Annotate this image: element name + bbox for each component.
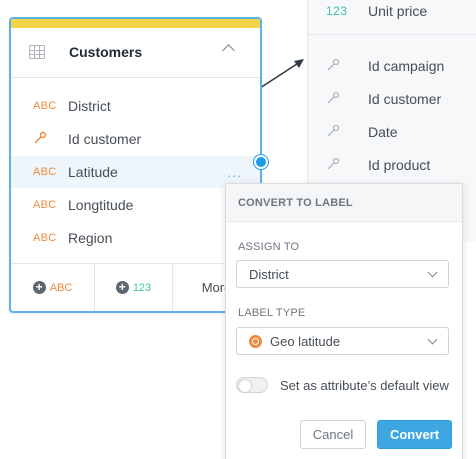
field-label: Longtitude (68, 197, 134, 213)
relationship-arrow (259, 59, 304, 89)
add-fact-button[interactable]: + 123 (95, 264, 173, 311)
add-attribute-label: ABC (49, 281, 73, 294)
field-district[interactable]: ABC District (11, 90, 260, 122)
attribute-type-icon: ABC (33, 232, 57, 244)
connection-handle[interactable] (254, 155, 268, 169)
customers-card-header[interactable]: Customers (11, 28, 260, 78)
field-label: District (68, 98, 111, 114)
dataset-row-id-product[interactable]: Id product (308, 150, 476, 180)
field-label: Latitude (68, 164, 118, 180)
field-region[interactable]: ABC Region (11, 222, 260, 254)
dataset-row-label: Id campaign (368, 58, 445, 74)
dataset-color-stripe (11, 19, 260, 28)
add-fact-label: 123 (132, 281, 152, 294)
assign-to-value: District (249, 266, 289, 282)
assign-to-label: ASSIGN TO (238, 241, 300, 253)
label-type-select[interactable]: Geo latitude (236, 327, 449, 355)
field-label: Id customer (68, 131, 142, 147)
attribute-type-icon: ABC (33, 199, 57, 211)
chevron-down-icon (427, 334, 438, 345)
cancel-button[interactable]: Cancel (300, 420, 366, 449)
attribute-type-icon: ABC (33, 100, 57, 112)
key-icon (308, 91, 368, 108)
key-icon (308, 58, 368, 75)
dataset-row-label: Date (368, 124, 398, 140)
label-type-label: LABEL TYPE (238, 307, 306, 319)
convert-to-label-popover: CONVERT TO LABEL ASSIGN TO District LABE… (225, 183, 463, 459)
popover-title: CONVERT TO LABEL (226, 184, 462, 222)
dataset-row-label: Id customer (368, 91, 442, 107)
customers-card-footer: + ABC + 123 More (11, 263, 260, 311)
chevron-up-icon[interactable] (222, 44, 235, 57)
table-grid-icon (29, 45, 45, 59)
default-view-toggle[interactable] (236, 377, 268, 393)
plus-circle-icon: + (115, 281, 129, 294)
dataset-row-label: Unit price (368, 3, 428, 19)
plus-circle-icon: + (32, 281, 46, 294)
chevron-down-icon (427, 267, 438, 278)
more-actions-icon[interactable]: ... (227, 164, 242, 180)
geo-icon (249, 334, 262, 348)
field-id-customer[interactable]: Id customer (11, 123, 260, 155)
dataset-row-unit-price[interactable]: 123 Unit price (308, 0, 476, 26)
key-icon (11, 131, 68, 148)
attribute-type-icon: ABC (33, 166, 57, 178)
convert-button[interactable]: Convert (377, 420, 452, 449)
add-attribute-button[interactable]: + ABC (11, 264, 95, 311)
default-view-label: Set as attribute’s default view (280, 377, 449, 393)
divider (308, 34, 476, 35)
dataset-row-id-customer[interactable]: Id customer (308, 84, 476, 114)
key-icon (308, 124, 368, 141)
default-view-row: Set as attribute’s default view (236, 377, 449, 393)
dataset-row-label: Id product (368, 157, 431, 173)
dataset-row-date[interactable]: Date (308, 117, 476, 147)
assign-to-select[interactable]: District (236, 260, 449, 288)
field-label: Region (68, 230, 113, 246)
field-latitude[interactable]: ABC Latitude ... (11, 156, 260, 188)
key-icon (308, 157, 368, 174)
customers-title: Customers (69, 44, 143, 60)
label-type-value: Geo latitude (270, 333, 341, 349)
number-icon: 123 (326, 4, 348, 18)
dataset-row-id-campaign[interactable]: Id campaign (308, 51, 476, 81)
field-longtitude[interactable]: ABC Longtitude (11, 189, 260, 221)
